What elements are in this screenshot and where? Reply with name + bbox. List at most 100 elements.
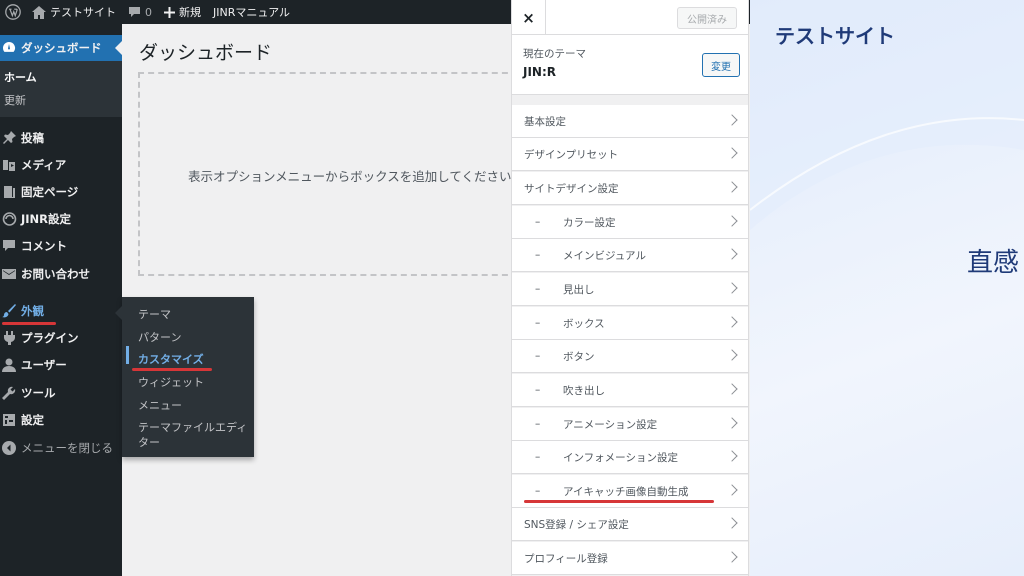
mail-icon <box>0 268 20 280</box>
section-label: ボタン <box>563 350 595 363</box>
sidebar-item-label: ユーザー <box>21 357 67 372</box>
site-name-label: テストサイト <box>50 6 116 19</box>
section-basic-settings[interactable]: 基本設定 <box>512 105 748 138</box>
section-main-visual[interactable]: – メインビジュアル <box>512 239 748 272</box>
sidebar-item-contact[interactable]: お問い合わせ <box>0 260 122 287</box>
settings-icon <box>0 413 20 427</box>
section-label: SNS登録 / シェア設定 <box>524 518 629 531</box>
chevron-right-icon <box>726 383 738 395</box>
appearance-highlight-underline <box>2 322 56 325</box>
section-label: ボックス <box>563 317 605 330</box>
chevron-right-icon <box>726 248 738 260</box>
collapse-menu-label: メニューを閉じる <box>21 440 113 455</box>
sidebar-item-comments[interactable]: コメント <box>0 232 122 259</box>
comment-icon <box>0 239 20 252</box>
flyout-item-customize[interactable]: カスタマイズ <box>138 351 204 367</box>
jinr-manual-link[interactable]: JINRマニュアル <box>207 0 296 24</box>
collapse-arrow-icon <box>0 440 20 455</box>
preview-site-title[interactable]: テストサイト <box>775 20 895 49</box>
flyout-item-theme-file-editor[interactable]: テーマファイルエディ <box>138 419 247 435</box>
section-label: 見出し <box>563 283 595 296</box>
published-button[interactable]: 公開済み <box>677 7 737 29</box>
section-box[interactable]: – ボックス <box>512 307 748 340</box>
media-icon <box>0 158 20 172</box>
submenu-item-update[interactable]: 更新 <box>4 92 26 108</box>
sidebar-item-settings[interactable]: 設定 <box>0 406 122 433</box>
empty-dropzone-message: 表示オプションメニューからボックスを追加してください <box>188 169 512 184</box>
jinr-icon <box>0 211 20 226</box>
sidebar-item-label: 固定ページ <box>21 184 79 199</box>
section-animation[interactable]: – アニメーション設定 <box>512 408 748 441</box>
eyecatch-highlight-underline <box>524 500 714 503</box>
sidebar-item-dashboard[interactable]: ダッシュボード <box>0 35 122 61</box>
section-profile[interactable]: プロフィール登録 <box>512 542 748 575</box>
current-theme-name: JIN:R <box>523 65 557 79</box>
sidebar-item-tools[interactable]: ツール <box>0 379 122 406</box>
chevron-right-icon <box>726 215 738 227</box>
sidebar-item-plugins[interactable]: プラグイン <box>0 324 122 351</box>
current-theme-section: 現在のテーマ JIN:R 変更 <box>512 35 748 95</box>
section-speech-bubble[interactable]: – 吹き出し <box>512 374 748 407</box>
sub-dash: – <box>535 418 541 430</box>
sidebar-item-label: ツール <box>21 385 56 400</box>
flyout-item-theme-file-editor-cont[interactable]: ター <box>138 434 160 450</box>
chevron-right-icon <box>726 349 738 361</box>
dashboard-icon <box>0 41 20 55</box>
section-label: アイキャッチ画像自動生成 <box>563 485 689 498</box>
chevron-right-icon <box>726 114 738 126</box>
section-label: プロフィール登録 <box>524 552 608 565</box>
sidebar-item-label: 投稿 <box>21 130 44 145</box>
flyout-item-menus[interactable]: メニュー <box>138 397 182 413</box>
change-theme-button[interactable]: 変更 <box>702 53 740 77</box>
flyout-item-themes[interactable]: テーマ <box>138 306 171 322</box>
submenu-item-home[interactable]: ホーム <box>4 69 37 85</box>
section-label: デザインプリセット <box>524 148 619 161</box>
flyout-item-patterns[interactable]: パターン <box>138 329 181 345</box>
preview-hero-text: 直感 <box>967 248 1020 278</box>
section-color-settings[interactable]: – カラー設定 <box>512 206 748 239</box>
sidebar-item-label: お問い合わせ <box>21 266 90 281</box>
section-information[interactable]: – インフォメーション設定 <box>512 441 748 474</box>
wrench-icon <box>0 386 20 400</box>
section-button[interactable]: – ボタン <box>512 340 748 373</box>
flyout-item-widgets[interactable]: ウィジェット <box>138 374 204 390</box>
sidebar-item-label: 外観 <box>21 303 44 318</box>
section-label: アニメーション設定 <box>563 418 658 431</box>
new-label: 新規 <box>179 6 201 19</box>
new-content-link[interactable]: 新規 <box>158 0 207 24</box>
chevron-right-icon <box>726 417 738 429</box>
sidebar-item-media[interactable]: メディア <box>0 151 122 178</box>
section-sns-share[interactable]: SNS登録 / シェア設定 <box>512 508 748 541</box>
sub-dash: – <box>535 485 541 497</box>
sidebar-item-label: ダッシュボード <box>21 41 102 55</box>
sidebar-item-users[interactable]: ユーザー <box>0 351 122 378</box>
sidebar-item-posts[interactable]: 投稿 <box>0 124 122 151</box>
sidebar-item-appearance[interactable]: 外観 <box>0 297 122 324</box>
page-title: ダッシュボード <box>139 42 273 64</box>
plugin-icon <box>0 330 20 345</box>
section-label: サイトデザイン設定 <box>524 182 619 195</box>
comments-link[interactable]: 0 <box>122 0 158 24</box>
sidebar-item-label: JINR設定 <box>21 211 72 226</box>
collapse-menu-button[interactable]: メニューを閉じる <box>0 434 122 461</box>
sidebar-item-label: コメント <box>21 238 67 253</box>
close-icon[interactable]: × <box>512 0 546 35</box>
sidebar-item-jinr-settings[interactable]: JINR設定 <box>0 205 122 232</box>
sidebar-item-pages[interactable]: 固定ページ <box>0 178 122 205</box>
chevron-right-icon <box>726 147 738 159</box>
section-headings[interactable]: – 見出し <box>512 273 748 306</box>
admin-sidebar: ダッシュボード ホーム 更新 投稿 メディア 固定ページ JINR設定 コメント… <box>0 24 122 576</box>
customize-highlight-underline <box>132 368 212 371</box>
wordpress-logo-button[interactable] <box>0 0 26 24</box>
current-item-indicator <box>126 346 129 364</box>
site-name-link[interactable]: テストサイト <box>26 0 122 24</box>
section-site-design[interactable]: サイトデザイン設定 <box>512 172 748 205</box>
section-eyecatch-auto[interactable]: – アイキャッチ画像自動生成 <box>512 475 748 508</box>
page-icon <box>0 185 20 199</box>
chevron-right-icon <box>726 282 738 294</box>
chevron-right-icon <box>726 517 738 529</box>
comment-bubble-icon <box>129 7 140 17</box>
home-icon <box>32 5 46 19</box>
section-design-preset[interactable]: デザインプリセット <box>512 138 748 171</box>
sidebar-item-label: 設定 <box>21 412 44 427</box>
